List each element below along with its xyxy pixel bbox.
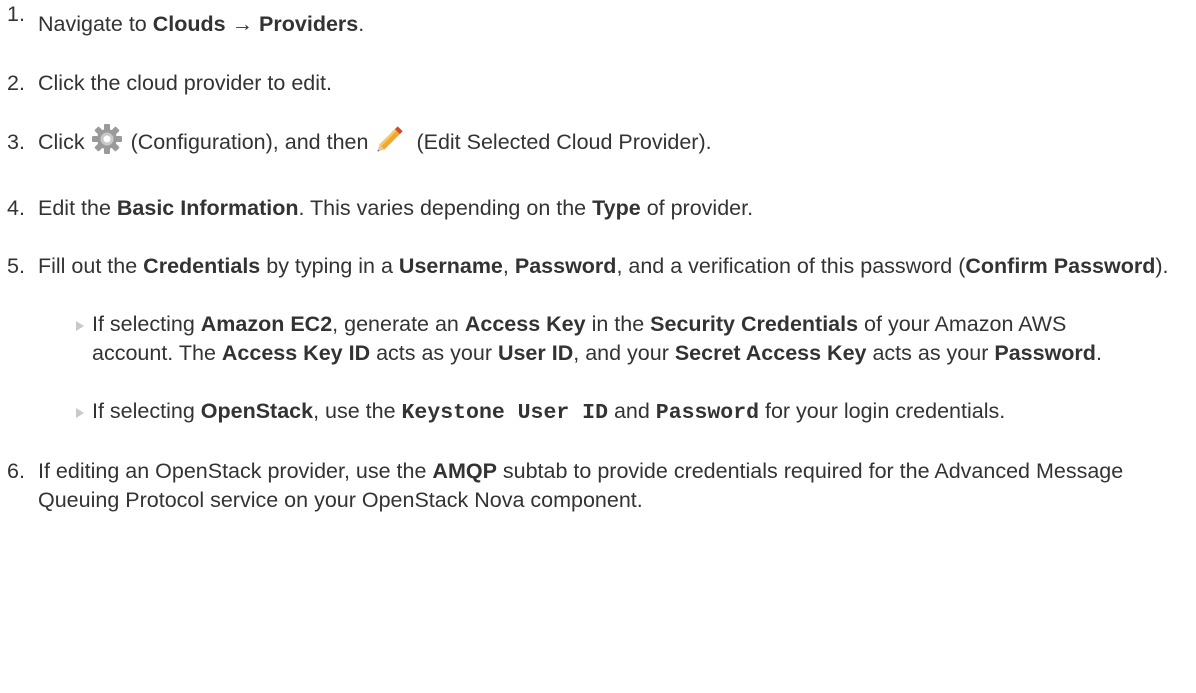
sub-item-openstack: If selecting OpenStack, use the Keystone… xyxy=(38,397,1196,428)
access-key-id-term: Access Key ID xyxy=(221,341,371,365)
step-5: 5. Fill out the Credentials by typing in… xyxy=(0,252,1196,428)
sub-text: . xyxy=(1095,341,1102,365)
amqp-term: AMQP xyxy=(432,459,497,483)
step-text: . xyxy=(358,12,365,36)
bullet-icon xyxy=(76,408,84,418)
sub-text: acts as your xyxy=(866,341,995,365)
bullet-icon xyxy=(76,321,84,331)
step-text: (Configuration), and then xyxy=(130,130,369,154)
step-text: (Edit Selected Cloud Provider). xyxy=(416,130,712,154)
procedure-document: 1. Navigate to Clouds → Providers. 2. Cl… xyxy=(0,0,1196,515)
amazon-ec2-term: Amazon EC2 xyxy=(200,312,333,336)
sub-text: and xyxy=(607,399,656,423)
step-text: , and a verification of this password ( xyxy=(616,254,966,278)
password-code: Password xyxy=(655,401,760,425)
step-2: 2. Click the cloud provider to edit. xyxy=(0,69,1196,98)
password-term: Password xyxy=(994,341,1096,365)
step-text: . This varies depending on the xyxy=(298,196,593,220)
step-text: Edit the xyxy=(38,196,117,220)
confirm-password-term: Confirm Password xyxy=(965,254,1156,278)
menu-arrow: → xyxy=(225,12,260,36)
step-number: 6. xyxy=(7,459,25,483)
gear-icon xyxy=(91,123,123,163)
credential-notes: If selecting Amazon EC2, generate an Acc… xyxy=(38,310,1196,428)
step-text: Navigate to xyxy=(38,12,153,36)
step-1: 1. Navigate to Clouds → Providers. xyxy=(0,0,1196,39)
step-number: 1. xyxy=(7,2,25,26)
sub-text: , and your xyxy=(573,341,675,365)
step-text: Click the cloud provider to edit. xyxy=(38,71,332,95)
user-id-term: User ID xyxy=(497,341,574,365)
step-text: by typing in a xyxy=(260,254,399,278)
secret-access-key-term: Secret Access Key xyxy=(674,341,867,365)
step-text: , xyxy=(502,254,515,278)
step-3: 3. Click (Configuration), and then (Edit… xyxy=(0,124,1196,163)
basic-information-term: Basic Information xyxy=(116,196,299,220)
step-6: 6. If editing an OpenStack provider, use… xyxy=(0,457,1196,515)
step-text: If editing an OpenStack provider, use th… xyxy=(38,459,433,483)
sub-text: If selecting xyxy=(92,399,201,423)
password-term: Password xyxy=(514,254,617,278)
type-term: Type xyxy=(592,196,641,220)
credentials-term: Credentials xyxy=(143,254,261,278)
procedure-steps: 1. Navigate to Clouds → Providers. 2. Cl… xyxy=(0,0,1196,515)
step-number: 2. xyxy=(7,71,25,95)
menu-clouds: Clouds xyxy=(152,12,226,36)
step-text: of provider. xyxy=(640,196,754,220)
step-text: ). xyxy=(1155,254,1169,278)
step-number: 5. xyxy=(7,254,25,278)
step-number: 4. xyxy=(7,196,25,220)
sub-text: in the xyxy=(585,312,651,336)
sub-text: , generate an xyxy=(332,312,465,336)
pencil-icon xyxy=(374,121,408,163)
step-4: 4. Edit the Basic Information. This vari… xyxy=(0,194,1196,223)
sub-text: acts as your xyxy=(370,341,498,365)
sub-item-amazon-ec2: If selecting Amazon EC2, generate an Acc… xyxy=(38,310,1196,368)
openstack-term: OpenStack xyxy=(200,399,314,423)
sub-text: If selecting xyxy=(92,312,201,336)
keystone-user-id-code: Keystone User ID xyxy=(401,401,608,425)
username-term: Username xyxy=(398,254,503,278)
sub-text: , use the xyxy=(313,399,402,423)
sub-text: for your login credentials. xyxy=(759,399,1006,423)
access-key-term: Access Key xyxy=(464,312,586,336)
step-text: Click xyxy=(38,130,85,154)
menu-providers: Providers xyxy=(259,12,359,36)
security-credentials-term: Security Credentials xyxy=(650,312,859,336)
step-text: Fill out the xyxy=(38,254,144,278)
step-number: 3. xyxy=(7,130,25,154)
